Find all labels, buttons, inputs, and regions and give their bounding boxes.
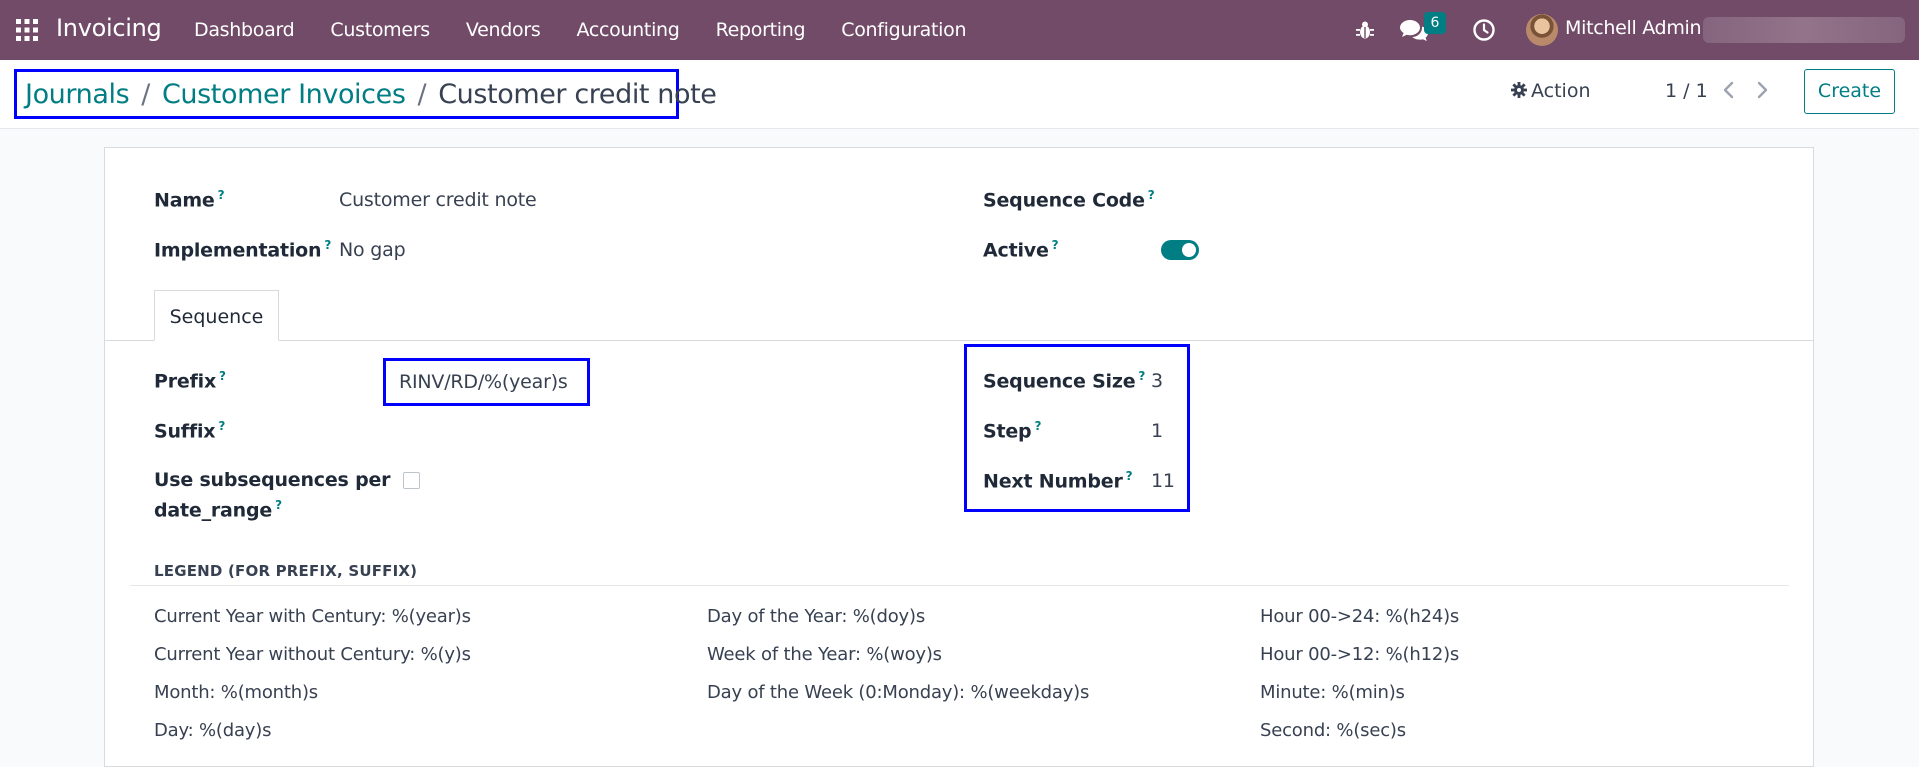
legend-title: LEGEND (FOR PREFIX, SUFFIX) (154, 562, 418, 580)
legend-item: Month: %(month)s (154, 682, 318, 703)
breadcrumb-customer-invoices[interactable]: Customer Invoices (162, 79, 406, 110)
action-menu-button[interactable]: Action (1511, 80, 1591, 102)
tab-sequence[interactable]: Sequence (154, 290, 279, 341)
toggle-knob (1182, 243, 1196, 257)
sequence-size-value[interactable]: 3 (1151, 370, 1163, 392)
sequence-size-label: Sequence Size? (983, 369, 1146, 393)
help-tooltip-icon[interactable]: ? (275, 498, 282, 512)
breadcrumb-separator: / (417, 78, 427, 110)
implementation-label: Implementation? (154, 238, 332, 262)
active-label: Active? (983, 238, 1059, 262)
legend-item: Hour 00->12: %(h12)s (1260, 644, 1460, 665)
help-tooltip-icon[interactable]: ? (1138, 369, 1145, 383)
legend-item: Current Year without Century: %(y)s (154, 644, 471, 665)
legend-item: Hour 00->24: %(h24)s (1260, 606, 1460, 627)
menu-dashboard[interactable]: Dashboard (194, 0, 295, 60)
action-label: Action (1531, 80, 1591, 102)
help-tooltip-icon[interactable]: ? (218, 188, 225, 202)
next-number-label: Next Number? (983, 469, 1133, 493)
breadcrumb-current: Customer credit note (438, 78, 717, 110)
tab-divider (105, 340, 1813, 341)
help-tooltip-icon[interactable]: ? (1034, 419, 1041, 433)
step-value[interactable]: 1 (1151, 420, 1163, 442)
breadcrumb: Journals / Customer Invoices / Customer … (14, 69, 717, 119)
subsequences-label-line2: date_range? (154, 498, 282, 522)
messages-count-badge: 6 (1424, 12, 1446, 34)
prefix-input[interactable] (399, 371, 579, 393)
app-grid-icon[interactable] (16, 19, 38, 41)
prefix-label: Prefix? (154, 369, 226, 393)
user-avatar[interactable] (1526, 14, 1558, 46)
help-tooltip-icon[interactable]: ? (1148, 188, 1155, 202)
legend-item: Current Year with Century: %(year)s (154, 606, 471, 627)
help-tooltip-icon[interactable]: ? (218, 419, 225, 433)
legend-item: Week of the Year: %(woy)s (707, 644, 942, 665)
main-menu: Dashboard Customers Vendors Accounting R… (194, 0, 1002, 60)
database-name-blurred (1703, 17, 1905, 43)
subsequences-checkbox[interactable] (403, 472, 420, 489)
menu-accounting[interactable]: Accounting (576, 0, 679, 60)
gear-icon (1511, 81, 1527, 98)
subsequences-label-line1: Use subsequences per (154, 469, 391, 491)
legend-item: Day of the Week (0:Monday): %(weekday)s (707, 682, 1090, 703)
activity-clock-icon[interactable] (1472, 18, 1496, 42)
sequence-code-label: Sequence Code? (983, 188, 1155, 212)
breadcrumb-journals[interactable]: Journals (25, 79, 130, 110)
app-name[interactable]: Invoicing (56, 14, 162, 42)
help-tooltip-icon[interactable]: ? (1126, 469, 1133, 483)
pager-next-chevron-icon[interactable] (1755, 80, 1769, 100)
name-label: Name? (154, 188, 225, 212)
help-tooltip-icon[interactable]: ? (1052, 238, 1059, 252)
debug-bug-icon[interactable] (1353, 18, 1377, 42)
pager-value[interactable]: 1 / 1 (1665, 80, 1708, 102)
user-name[interactable]: Mitchell Admin (1565, 17, 1702, 39)
help-tooltip-icon[interactable]: ? (324, 238, 331, 252)
control-panel: Journals / Customer Invoices / Customer … (0, 60, 1919, 129)
implementation-value[interactable]: No gap (339, 239, 406, 261)
menu-configuration[interactable]: Configuration (841, 0, 966, 60)
help-tooltip-icon[interactable]: ? (219, 369, 226, 383)
suffix-label: Suffix? (154, 419, 226, 443)
create-button[interactable]: Create (1804, 69, 1895, 114)
step-label: Step? (983, 419, 1042, 443)
name-value[interactable]: Customer credit note (339, 189, 537, 211)
prefix-highlight-box (383, 358, 590, 406)
top-navbar: Invoicing Dashboard Customers Vendors Ac… (0, 0, 1919, 60)
menu-reporting[interactable]: Reporting (716, 0, 806, 60)
legend-item: Minute: %(min)s (1260, 682, 1405, 703)
next-number-value[interactable]: 11 (1151, 470, 1175, 492)
breadcrumb-separator: / (141, 78, 150, 110)
menu-vendors[interactable]: Vendors (466, 0, 541, 60)
legend-item: Second: %(sec)s (1260, 720, 1406, 741)
legend-item: Day: %(day)s (154, 720, 272, 741)
menu-customers[interactable]: Customers (330, 0, 430, 60)
legend-divider (130, 585, 1789, 586)
legend-item: Day of the Year: %(doy)s (707, 606, 925, 627)
pager-previous-chevron-icon[interactable] (1722, 80, 1736, 100)
active-toggle[interactable] (1161, 240, 1199, 260)
